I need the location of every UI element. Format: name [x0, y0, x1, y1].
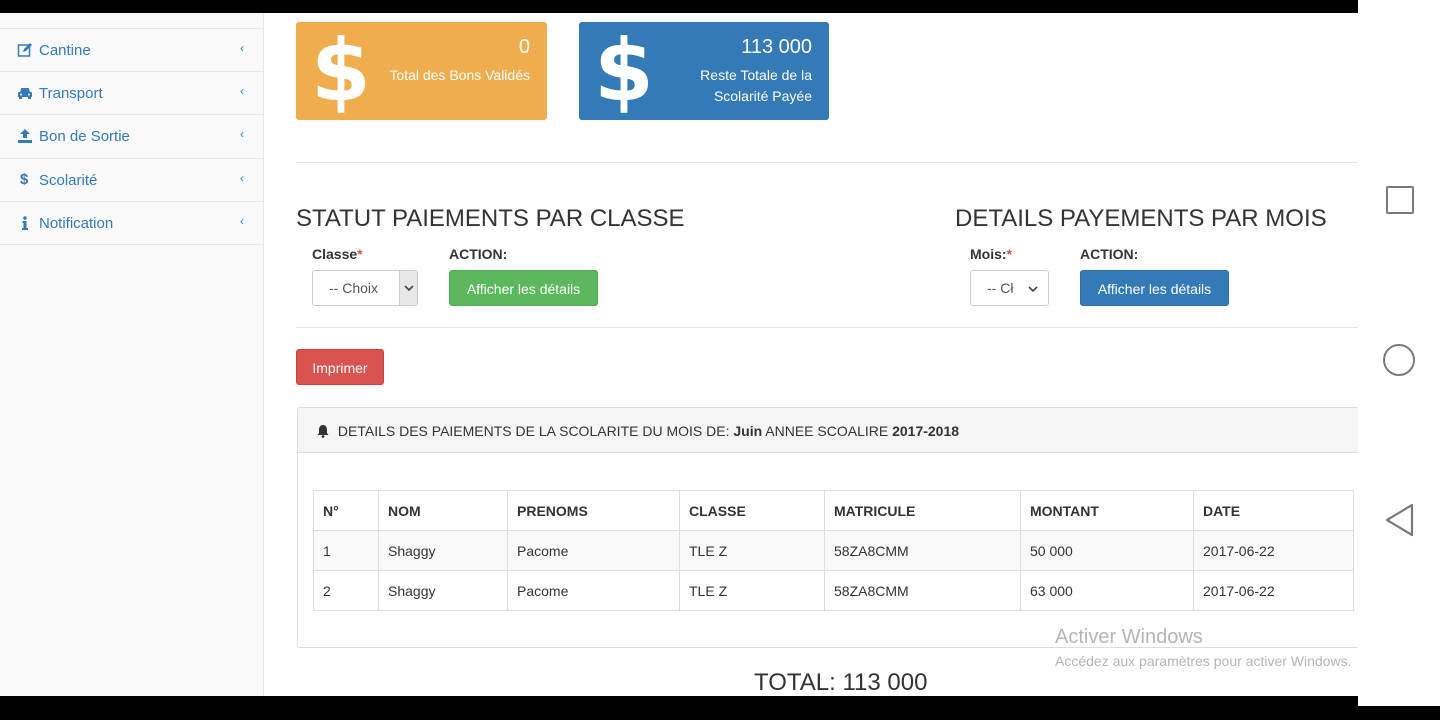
- app-viewport: Cantine ‹ Transport ‹ Bon de Sortie ‹ $ …: [0, 13, 1358, 696]
- bottom-bar: [0, 706, 1440, 720]
- status-bar: [0, 0, 1358, 13]
- info-icon: [22, 216, 28, 230]
- dollar-icon: $: [20, 171, 29, 188]
- panel-mid: ANNEE SCOALIRE: [765, 423, 889, 439]
- select-arrow: [399, 271, 417, 305]
- payments-table: N° NOM PRENOMS CLASSE MATRICULE MONTANT …: [313, 490, 1354, 611]
- chevron-left-icon: ‹: [240, 41, 244, 55]
- cell: 58ZA8CMM: [824, 570, 1021, 611]
- col-header: MATRICULE: [824, 490, 1021, 531]
- action-label: ACTION:: [449, 246, 508, 262]
- sidebar-item-label: Bon de Sortie: [39, 128, 130, 145]
- chevron-left-icon: ‹: [240, 214, 244, 228]
- cell: 1: [313, 530, 379, 571]
- sidebar-item-cantine[interactable]: Cantine ‹: [0, 28, 264, 72]
- sidebar-item-notification[interactable]: Notification ‹: [0, 201, 264, 245]
- sidebar-item-scolarite[interactable]: $ Scolarité ‹: [0, 158, 264, 202]
- sidebar: Cantine ‹ Transport ‹ Bon de Sortie ‹ $ …: [0, 13, 264, 696]
- col-header: CLASSE: [679, 490, 825, 531]
- stat-label: Total des Bons Validés: [389, 67, 530, 83]
- panel-year: 2017-2018: [892, 423, 960, 439]
- back-icon[interactable]: [1384, 502, 1416, 538]
- cell: 2: [313, 570, 379, 611]
- edit-icon: [17, 43, 32, 57]
- cell: Pacome: [507, 570, 680, 611]
- stat-value: 113 000: [741, 36, 812, 58]
- stat-value: 0: [518, 36, 530, 58]
- bell-icon: [317, 425, 329, 438]
- upload-icon: [18, 129, 32, 143]
- select-value: -- Cł: [987, 280, 1014, 296]
- home-icon[interactable]: [1383, 344, 1415, 376]
- col-header: DATE: [1193, 490, 1354, 531]
- cell: TLE Z: [679, 530, 825, 571]
- afficher-classe-button[interactable]: Afficher les détails: [449, 270, 598, 306]
- table-header-row: N° NOM PRENOMS CLASSE MATRICULE MONTANT …: [313, 490, 1354, 531]
- mois-label: Mois:*: [970, 246, 1013, 262]
- cell: Shaggy: [378, 570, 508, 611]
- stat-label: Reste Totale de la Scolarité Payée: [700, 65, 812, 107]
- imprimer-button[interactable]: Imprimer: [296, 349, 384, 385]
- divider: [296, 327, 1358, 328]
- action-label: ACTION:: [1080, 246, 1139, 262]
- chevron-left-icon: ‹: [240, 171, 244, 185]
- chevron-left-icon: ‹: [240, 84, 244, 98]
- col-header: N°: [313, 490, 379, 531]
- cell: 58ZA8CMM: [824, 530, 1021, 571]
- dollar-icon: $: [311, 21, 371, 121]
- stat-box-bons: $ 0 Total des Bons Validés: [296, 22, 547, 120]
- afficher-mois-button[interactable]: Afficher les détails: [1080, 270, 1229, 306]
- cell: Shaggy: [378, 530, 508, 571]
- col-header: PRENOMS: [507, 490, 680, 531]
- statut-title: STATUT PAIEMENTS PAR CLASSE: [296, 205, 685, 232]
- cell: 2017-06-22: [1193, 530, 1354, 571]
- dollar-icon: $: [594, 21, 654, 121]
- classe-select[interactable]: -- Choix: [312, 270, 418, 306]
- classe-label: Classe*: [312, 246, 363, 262]
- chevron-down-icon: [1028, 286, 1038, 293]
- chevron-down-icon: [404, 285, 414, 292]
- col-header: NOM: [378, 490, 508, 531]
- stat-label-line1: Reste Totale de la: [700, 67, 812, 83]
- mois-select[interactable]: -- Cł: [970, 270, 1049, 306]
- recents-icon[interactable]: [1386, 186, 1414, 214]
- details-title: DETAILS PAYEMENTS PAR MOIS: [955, 205, 1327, 232]
- sidebar-item-bon-de-sortie[interactable]: Bon de Sortie ‹: [0, 114, 264, 158]
- stat-label-line2: Scolarité Payée: [713, 88, 812, 104]
- table-row: 2 Shaggy Pacome TLE Z 58ZA8CMM 63 000 20…: [313, 570, 1354, 611]
- col-header: MONTANT: [1020, 490, 1194, 531]
- cell: 2017-06-22: [1193, 570, 1354, 611]
- chevron-left-icon: ‹: [240, 127, 244, 141]
- cell: 50 000: [1020, 530, 1194, 571]
- table-row: 1 Shaggy Pacome TLE Z 58ZA8CMM 50 000 20…: [313, 530, 1354, 571]
- panel-month: Juin: [733, 423, 763, 439]
- sidebar-item-label: Transport: [39, 85, 103, 102]
- windows-watermark-title: Activer Windows: [1055, 626, 1203, 648]
- sidebar-item-transport[interactable]: Transport ‹: [0, 71, 264, 115]
- sidebar-item-label: Cantine: [39, 42, 91, 59]
- panel-prefix: DETAILS DES PAIEMENTS DE LA SCOLARITE DU…: [337, 423, 730, 439]
- cell: Pacome: [507, 530, 680, 571]
- stat-box-reste: $ 113 000 Reste Totale de la Scolarité Pa…: [579, 22, 829, 120]
- total-amount: TOTAL: 113 000: [754, 669, 928, 696]
- select-value: -- Choix: [329, 280, 379, 296]
- windows-watermark-subtitle: Accédez aux paramètres pour activer Wind…: [1055, 653, 1352, 669]
- sidebar-item-label: Scolarité: [39, 172, 98, 189]
- sidebar-item-label: Notification: [39, 215, 114, 232]
- cell: 63 000: [1020, 570, 1194, 611]
- divider: [296, 162, 1358, 163]
- cell: TLE Z: [679, 570, 825, 611]
- car-icon: [18, 88, 32, 99]
- panel-heading: DETAILS DES PAIEMENTS DE LA SCOLARITE DU…: [298, 408, 1358, 453]
